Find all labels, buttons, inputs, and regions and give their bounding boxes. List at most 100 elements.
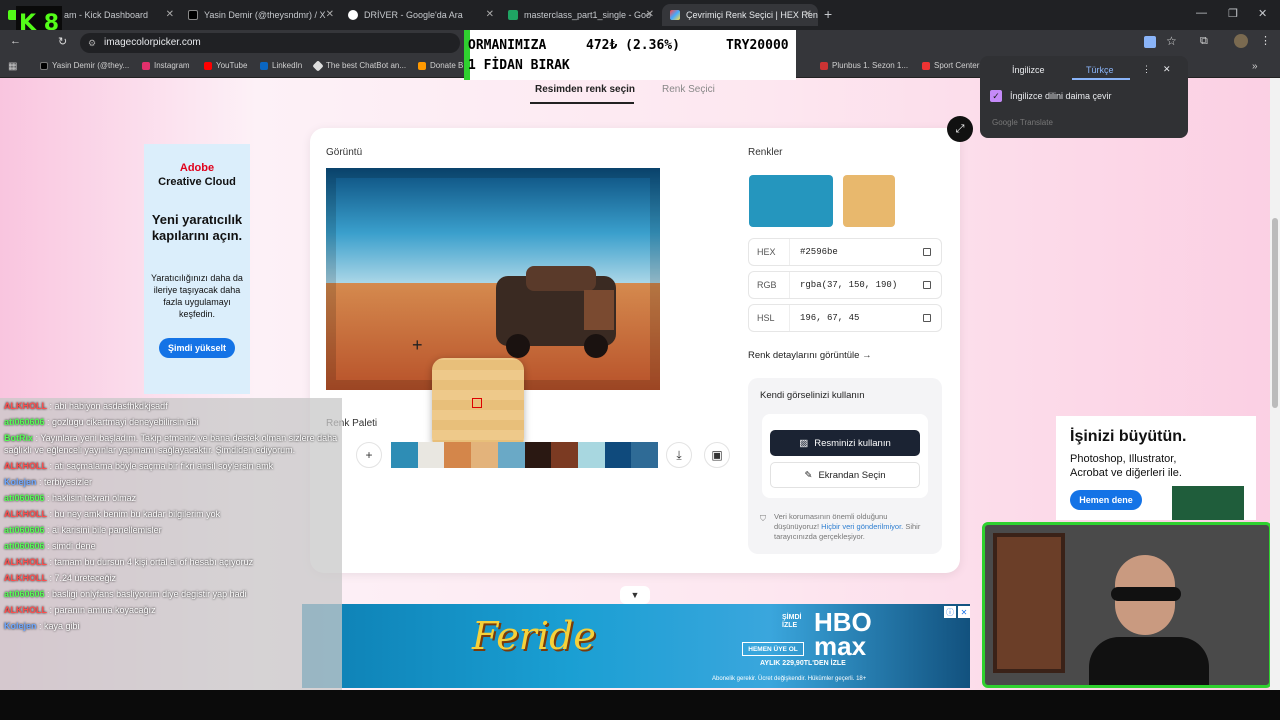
restore-button[interactable]: ❐ <box>1228 7 1238 20</box>
palette-swatch[interactable] <box>417 442 445 468</box>
ad-cta-button[interactable]: HEMEN ÜYE OL <box>742 642 804 656</box>
chat-username[interactable]: ati060606 <box>4 417 45 427</box>
palette-swatch[interactable] <box>577 442 605 468</box>
hex-row: HEX #2596be <box>748 238 942 266</box>
rgb-value[interactable]: rgba(37, 150, 190) <box>789 272 923 298</box>
tab-color-picker-mode[interactable]: Renk Seçici <box>662 84 715 95</box>
chat-username[interactable]: Kolejen <box>4 621 37 631</box>
chat-username[interactable]: ati060606 <box>4 541 45 551</box>
palette-swatch[interactable] <box>497 442 525 468</box>
translate-source-tab[interactable]: İngilizce <box>1012 65 1045 75</box>
plunbus-icon <box>820 61 828 70</box>
bookmark-instagram[interactable]: Instagram <box>142 61 190 70</box>
translate-icon[interactable] <box>1144 36 1156 48</box>
bookmark-sport[interactable]: Sport Center <box>922 61 979 70</box>
tab-sheets[interactable]: masterclass_part1_single - Goo ✕ <box>500 4 660 26</box>
site-info-icon[interactable]: ⚙ <box>88 33 96 53</box>
bookmark-star-icon[interactable]: ☆ <box>1166 34 1177 48</box>
fullscreen-icon[interactable]: ⤢ <box>947 116 973 142</box>
address-bar[interactable]: ⚙ imagecolorpicker.com <box>80 33 460 53</box>
ad-info-icon[interactable]: ⓘ <box>944 606 956 618</box>
palette-swatch[interactable] <box>604 442 632 468</box>
privacy-link[interactable]: Hiçbir veri gönderilmiyor. <box>821 522 903 531</box>
x-icon <box>40 61 48 70</box>
chat-message: ALKHOLL : tamam bu dursun 4 kişi ortal a… <box>0 554 342 570</box>
palette-swatch[interactable] <box>551 442 579 468</box>
profile-avatar[interactable] <box>1234 34 1248 48</box>
chat-username[interactable]: ALKHOLL <box>4 605 47 615</box>
ticker-line1-mid: 472₺ (2.36%) <box>586 38 680 53</box>
save-icon[interactable]: ▣ <box>704 442 730 468</box>
hbo-max-ad[interactable]: Feride ŞİMDİ İZLE HBO max HEMEN ÜYE OL A… <box>302 604 970 688</box>
bookmark-youtube[interactable]: YouTube <box>204 61 247 70</box>
back-icon[interactable]: ← <box>10 35 21 47</box>
chat-username[interactable]: ALKHOLL <box>4 557 47 567</box>
always-translate-label: İngilizce dilini daima çevir <box>1010 91 1112 101</box>
bookmarks-overflow[interactable]: » <box>1252 61 1258 72</box>
download-icon[interactable]: ⤓ <box>666 442 692 468</box>
bookmark-chatbot[interactable]: The best ChatBot an... <box>312 59 406 72</box>
new-tab-button[interactable]: + <box>824 6 832 22</box>
pick-from-screen-button[interactable]: ✎ Ekrandan Seçin <box>770 462 920 488</box>
chat-username[interactable]: ALKHOLL <box>4 573 47 583</box>
scrollbar-thumb[interactable] <box>1272 218 1278 408</box>
tab-color-picker[interactable]: Çevrimiçi Renk Seçici | HEX Ren ✕ <box>662 4 818 26</box>
close-icon[interactable]: ✕ <box>486 9 494 20</box>
ad-close-icon[interactable]: ✕ <box>958 606 970 618</box>
chat-username[interactable]: ALKHOLL <box>4 509 47 519</box>
chat-username[interactable]: BotRix <box>4 433 33 443</box>
ad-cta-button[interactable]: Hemen dene <box>1070 490 1142 510</box>
copy-icon[interactable] <box>923 281 931 289</box>
close-window-button[interactable]: ✕ <box>1258 7 1267 20</box>
page-scrollbar[interactable] <box>1270 78 1280 690</box>
chat-username[interactable]: ati060606 <box>4 589 45 599</box>
ad-cta-button[interactable]: Şimdi yükselt <box>159 338 235 358</box>
sample-image[interactable]: + <box>326 168 660 390</box>
copy-icon[interactable] <box>923 248 931 256</box>
chat-username[interactable]: ALKHOLL <box>4 401 47 411</box>
adobe-ad[interactable]: Adobe Creative Cloud Yeni yaratıcılık ka… <box>144 144 250 394</box>
secondary-color-swatch[interactable] <box>843 175 895 227</box>
tab-from-image[interactable]: Resimden renk seçin <box>535 84 635 95</box>
bookmark-x[interactable]: Yasin Demir (@they... <box>40 61 129 70</box>
tab-google-search[interactable]: DRİVER - Google'da Ara ✕ <box>340 4 500 26</box>
color-details-link[interactable]: Renk detaylarını görüntüle → <box>748 350 872 361</box>
adobe-right-ad[interactable]: İşinizi büyütün. Photoshop, Illustrator,… <box>1056 416 1256 520</box>
chevron-down-icon[interactable]: ▼ <box>620 586 650 604</box>
use-image-button[interactable]: ▨ Resminizi kullanın <box>770 430 920 456</box>
hex-value[interactable]: #2596be <box>789 239 923 265</box>
menu-icon[interactable]: ⋮ <box>1260 34 1271 47</box>
palette-swatch[interactable] <box>391 442 418 468</box>
extensions-icon[interactable]: ⧉ <box>1200 35 1208 48</box>
close-icon[interactable]: ✕ <box>1163 64 1171 75</box>
palette-swatch[interactable] <box>471 442 499 468</box>
palette-swatch[interactable] <box>631 442 659 468</box>
close-icon[interactable]: ✕ <box>326 9 334 20</box>
chat-username[interactable]: Kolejen <box>4 477 37 487</box>
translate-menu-icon[interactable]: ⋮ <box>1142 64 1151 75</box>
bookmark-plunbus[interactable]: Plunbus 1. Sezon 1... <box>820 61 908 70</box>
palette-swatch[interactable] <box>524 442 552 468</box>
tab-x-profile[interactable]: Yasin Demir (@theysndmr) / X ✕ <box>180 4 340 26</box>
always-translate-checkbox[interactable]: ✓ <box>990 90 1002 102</box>
bookmark-donate[interactable]: Donate B <box>418 61 463 70</box>
tab-label: masterclass_part1_single - Goo <box>524 10 652 20</box>
palette-swatch[interactable] <box>444 442 472 468</box>
streamer-shirt <box>1089 637 1209 685</box>
chat-username[interactable]: ALKHOLL <box>4 461 47 471</box>
chat-username[interactable]: ati060606 <box>4 493 45 503</box>
close-icon[interactable]: ✕ <box>166 9 174 20</box>
close-icon[interactable]: ✕ <box>646 9 654 20</box>
hsl-value[interactable]: 196, 67, 45 <box>789 305 923 331</box>
close-icon[interactable]: ✕ <box>804 9 812 20</box>
translate-target-tab[interactable]: Türkçe <box>1086 65 1114 75</box>
chat-username[interactable]: ati060606 <box>4 525 45 535</box>
reload-icon[interactable]: ↻ <box>58 35 67 48</box>
add-color-button[interactable]: + <box>356 442 382 468</box>
copy-icon[interactable] <box>923 314 931 322</box>
chat-message: Kolejen : terbiyesizler <box>0 474 342 490</box>
apps-icon[interactable]: ▦ <box>8 61 17 72</box>
bookmark-linkedin[interactable]: LinkedIn <box>260 61 302 70</box>
primary-color-swatch[interactable] <box>749 175 833 227</box>
minimize-button[interactable]: — <box>1196 7 1207 19</box>
